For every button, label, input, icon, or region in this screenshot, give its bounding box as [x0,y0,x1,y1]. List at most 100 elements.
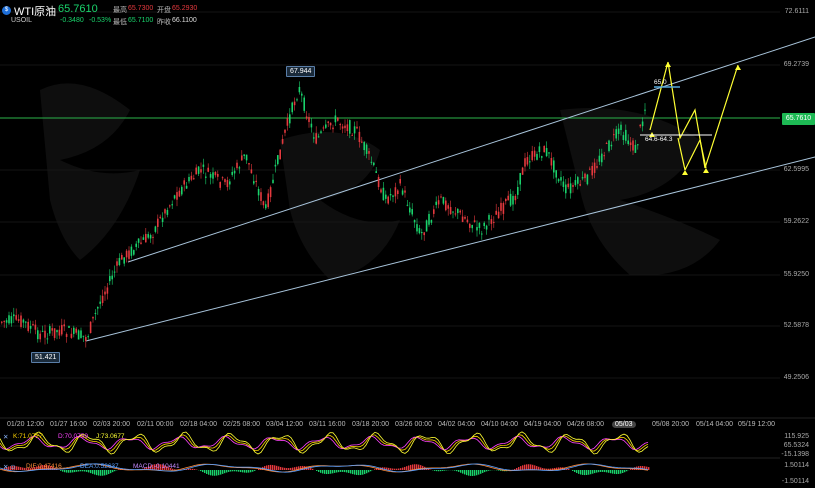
time-tick: 04/19 04:00 [524,421,561,428]
macd-bar [522,465,524,470]
candle-body [529,161,531,163]
macd-bar [270,464,272,470]
macd-bar [230,470,232,472]
time-tick: 03/11 16:00 [309,421,346,428]
macd-bar [64,470,66,473]
macd-bar [482,470,484,473]
kdj-j-label: J:73.0677 [96,433,125,440]
macd-bar [210,470,212,476]
macd-bar [242,470,244,473]
candle-body [99,301,101,304]
candle-body [173,195,176,199]
chevron-down-icon[interactable]: ▾ [47,5,51,14]
candle-body [536,153,538,160]
macd-bar [280,466,282,470]
macd-bar [600,470,602,472]
candle-body [620,124,622,131]
macd-bar [322,470,324,474]
macd-bar [90,470,92,474]
candle-body [497,211,500,219]
macd-bar [318,470,320,472]
candle-body [13,314,15,317]
macd-bar [462,470,464,474]
macd-bar [214,470,216,476]
candle-body [454,213,457,215]
candle-body [435,201,437,205]
candle-body [111,275,113,280]
time-tick: 05/14 04:00 [696,421,733,428]
macd-bar [514,468,516,470]
candle-body [140,242,142,244]
macd-bar [86,470,88,472]
candle-body [377,176,380,188]
macd-bar [232,470,234,472]
macd-bar [368,470,370,473]
candle-body [574,180,577,186]
macd-bar [310,467,312,470]
candle-body [77,330,80,340]
candle-body [502,203,505,214]
candle-body [625,129,627,141]
chart-canvas[interactable] [0,0,815,488]
candle-body [37,330,39,340]
macd-bar [572,470,574,471]
candle-body [356,126,358,129]
macd-bar [468,470,470,476]
candle-body [217,173,219,177]
macd-bar [80,470,82,472]
candle-body [593,162,596,173]
candle-body [320,131,322,133]
time-tick: 02/11 00:00 [137,421,174,428]
macd-bar [582,470,584,475]
candle-body [411,209,413,215]
candle-body [248,163,250,165]
candle-body [533,150,536,157]
candle-body [17,319,20,321]
macd-bar [612,470,614,474]
macd-bar [222,470,224,474]
open-label: 开盘 [157,7,171,14]
macd-bar [478,470,480,475]
macd-bar [444,470,446,471]
candle-body [130,246,133,256]
candle-body [25,321,27,323]
macd-bar [374,469,376,470]
macd-bar [238,470,240,472]
candle-body [421,231,423,234]
time-tick: 04/10 04:00 [481,421,518,428]
macd-bar [312,468,314,470]
macd-bar [388,467,390,470]
candle-body [461,216,464,223]
candle-body [128,250,130,259]
macd-bar [404,466,406,470]
candle-body [389,193,392,196]
macd-bar [334,470,336,473]
candle-body [15,315,17,320]
macd-settings-icon[interactable]: ✕ ⊙ [3,463,16,471]
candle-body [97,307,99,309]
macd-bar [92,470,94,474]
kdj-axis-mid: 65.5324 [783,442,809,449]
macd-axis-bottom: -1.50114 [781,478,809,485]
candle-body [485,225,488,230]
candle-body [65,334,68,337]
macd-bar [328,470,330,474]
kdj-settings-icon[interactable]: ✕ [3,433,8,441]
macd-bar [332,470,334,474]
candle-body [164,209,166,214]
candle-body [490,219,493,224]
candle-body [113,271,116,273]
instrument-header: $ WTI原油 ▾ 65.7610 USOIL -0.3480 -0.53% 最… [0,0,815,30]
candle-body [601,153,603,163]
candle-body [8,315,10,324]
macd-bar [590,470,592,475]
prev-close-label: 昨收 [157,19,171,26]
candle-body [329,122,332,126]
candle-body [243,154,245,156]
macd-bar [398,468,400,470]
price-tick: 49.2506 [783,374,809,381]
trend-channel[interactable] [85,36,815,342]
candle-body [245,154,248,161]
macd-bar [524,464,526,470]
macd-bar [364,470,366,475]
